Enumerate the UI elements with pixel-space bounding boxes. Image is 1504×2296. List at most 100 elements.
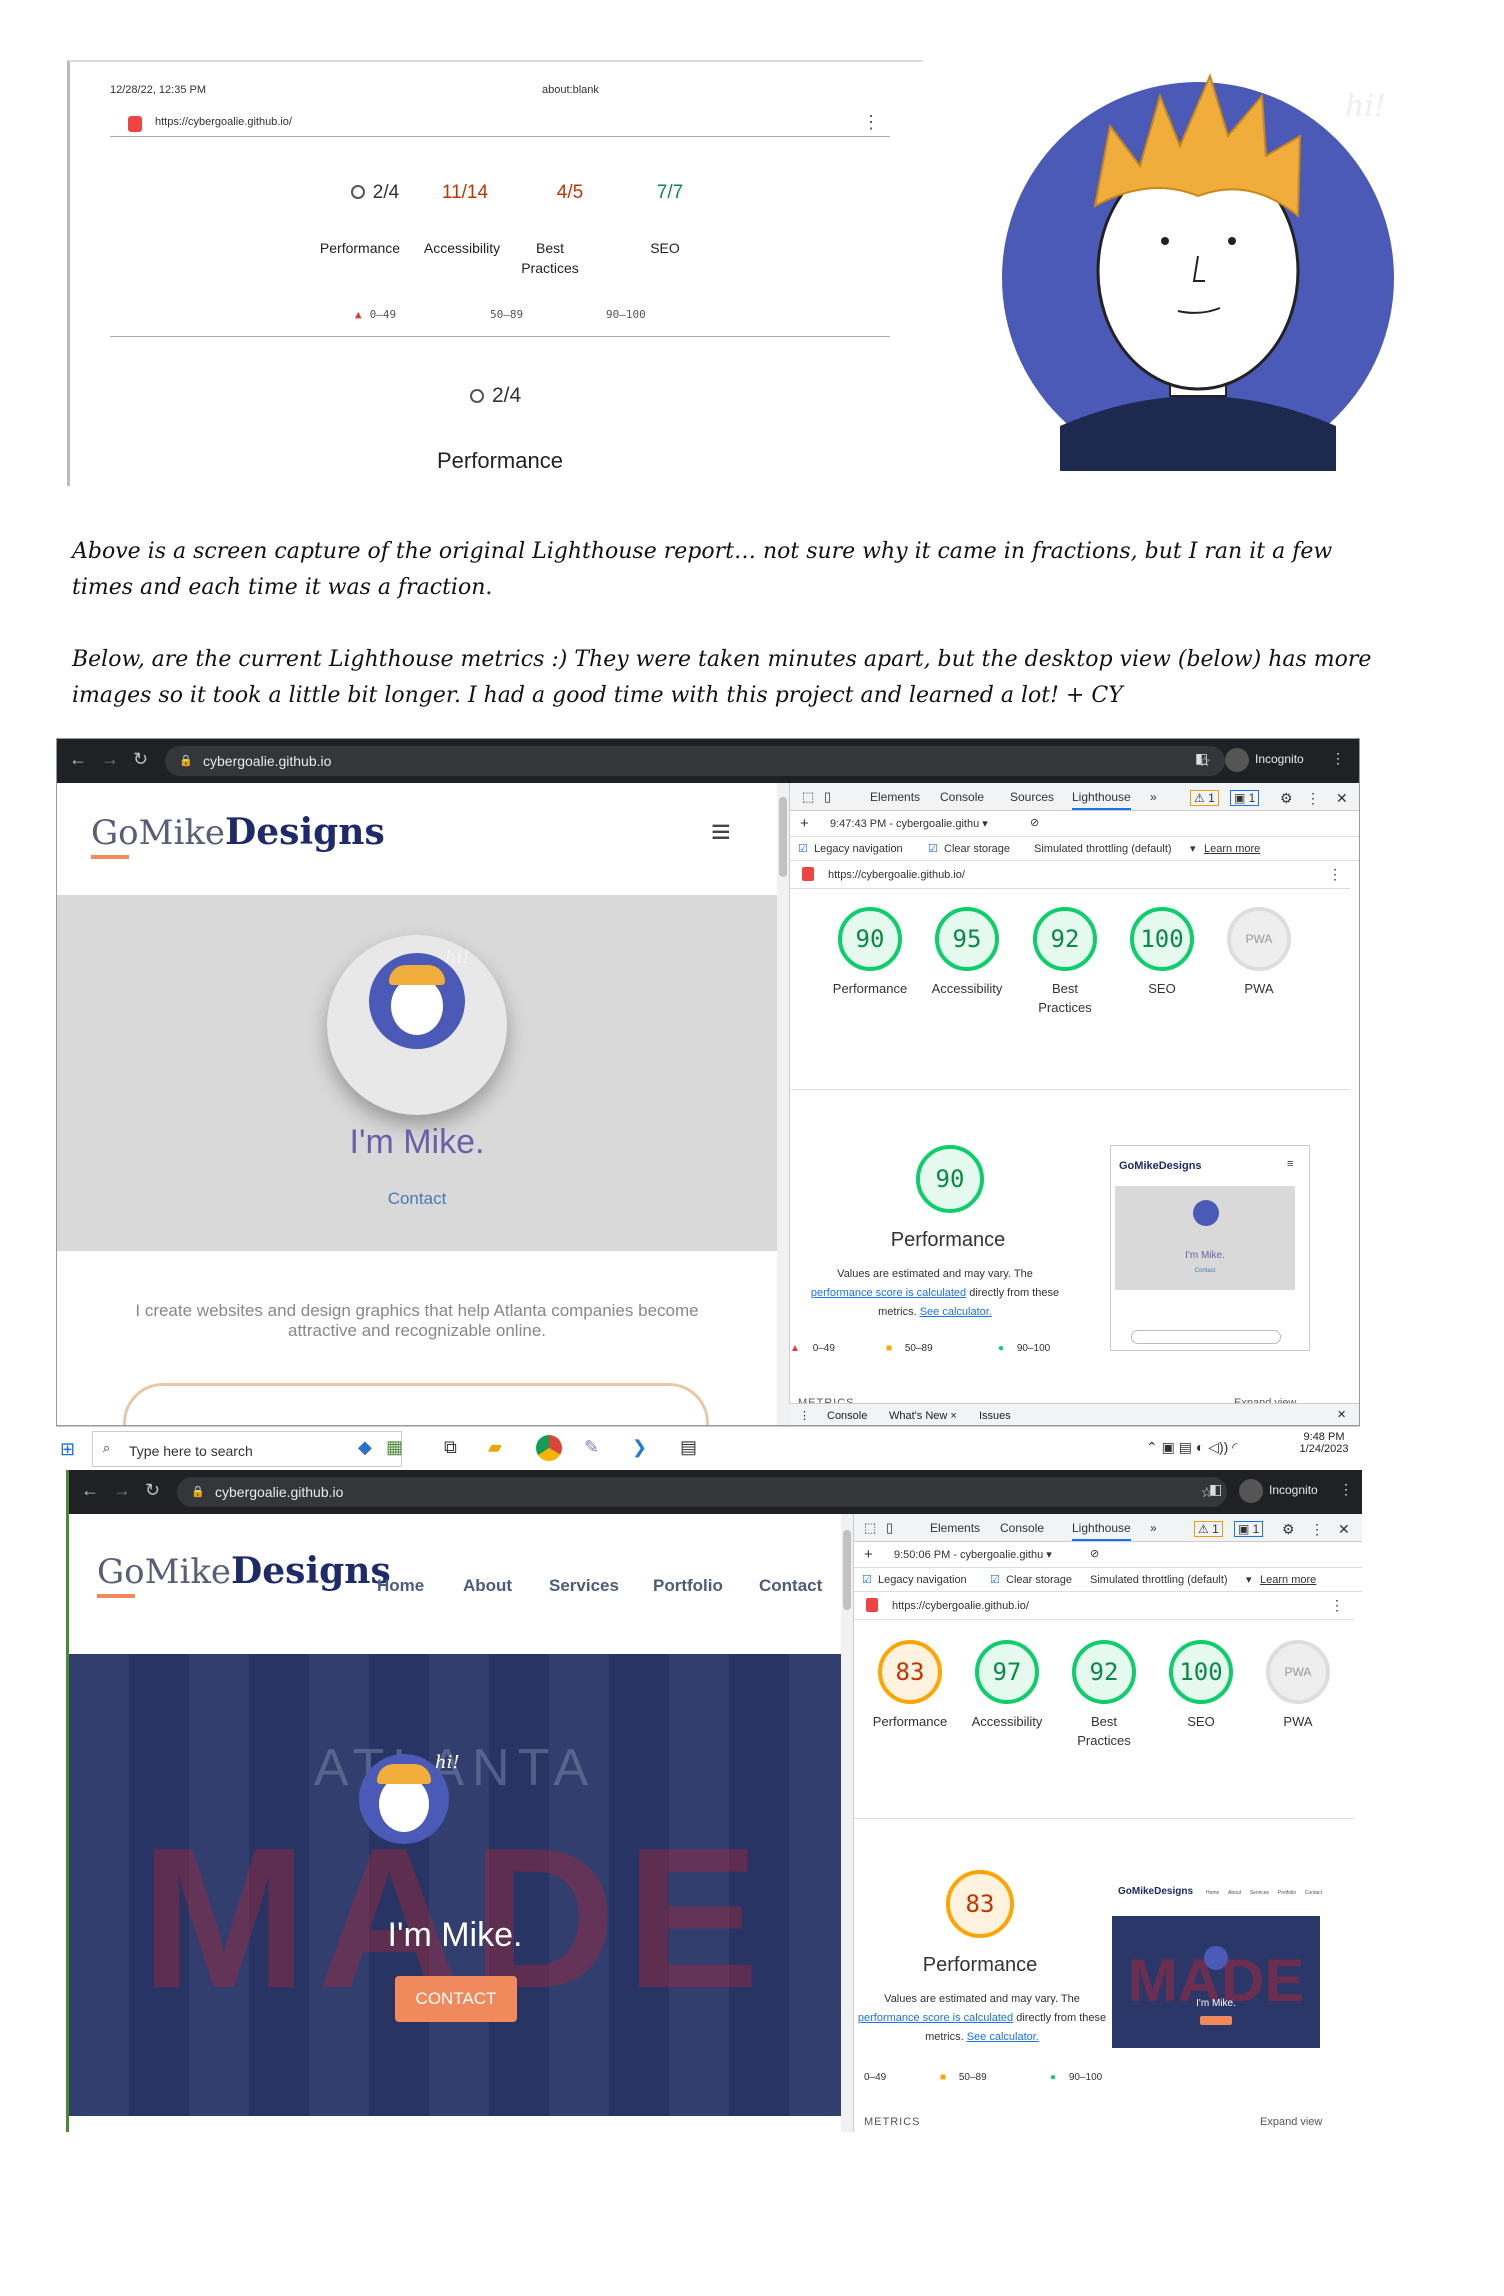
device-toolbar-icon[interactable]: ▯ <box>886 1520 893 1536</box>
app-icon[interactable]: ✎ <box>584 1437 599 1458</box>
perf-calc-link[interactable]: performance score is calculated <box>811 1287 966 1299</box>
gauge-pwa[interactable]: PWA PWA <box>1211 907 1307 998</box>
tab-lighthouse[interactable]: Lighthouse <box>1072 790 1131 810</box>
device-toolbar-icon[interactable]: ▯ <box>824 789 831 805</box>
address-bar[interactable]: 🔒 cybergoalie.github.io ☆ <box>165 746 1225 776</box>
more-vert-icon[interactable]: ⋮ <box>1310 1521 1324 1538</box>
back-icon[interactable]: ← <box>69 749 87 770</box>
forward-icon[interactable]: → <box>113 1480 131 1501</box>
more-vert-icon[interactable]: ⋮ <box>799 1409 810 1422</box>
sidepanel-icon[interactable]: ◧ <box>1209 1481 1222 1498</box>
site-logo[interactable]: GoMikeDesigns <box>91 811 385 853</box>
task-view-icon[interactable]: ⧉ <box>444 1437 457 1458</box>
gauge-accessibility[interactable]: 97 Accessibility <box>959 1640 1055 1731</box>
contact-link[interactable]: Contact <box>57 1189 777 1209</box>
close-icon[interactable]: ✕ <box>1337 1408 1346 1421</box>
taskbar-search[interactable]: ⌕ Type here to search <box>92 1431 402 1467</box>
tab-console[interactable]: Console <box>1000 1521 1044 1535</box>
clear-storage-checkbox[interactable]: ☑ <box>928 842 938 855</box>
more-vert-icon[interactable]: ⋮ <box>1328 866 1342 883</box>
app-icon[interactable]: ▤ <box>680 1437 697 1458</box>
address-bar[interactable]: 🔒 cybergoalie.github.io ☆ <box>177 1477 1227 1507</box>
tray-icons[interactable]: ⌃ ▣ ▤ ◐ ◁)) ◜ <box>1146 1439 1238 1456</box>
hamburger-menu-icon[interactable]: ≡ <box>711 813 731 852</box>
forward-icon[interactable]: → <box>101 749 119 770</box>
info-badge[interactable]: ▣ 1 <box>1230 790 1260 806</box>
add-icon[interactable]: + <box>864 1546 873 1563</box>
legacy-checkbox[interactable]: ☑ <box>862 1573 872 1586</box>
more-vert-icon[interactable]: ⋮ <box>1306 790 1320 807</box>
inspect-icon[interactable]: ⬚ <box>864 1520 876 1536</box>
sidepanel-icon[interactable]: ◧ <box>1195 750 1208 767</box>
gear-icon[interactable]: ⚙ <box>1280 790 1293 807</box>
chevron-down-icon[interactable]: ▾ <box>1190 842 1196 855</box>
close-icon[interactable]: ✕ <box>1336 790 1348 807</box>
warning-badge[interactable]: ⚠ 1 <box>1194 1521 1223 1537</box>
windows-start-icon[interactable]: ⊞ <box>60 1439 75 1460</box>
more-vert-icon[interactable]: ⋮ <box>1339 1481 1353 1498</box>
gauge-seo[interactable]: 100 SEO <box>1153 1640 1249 1731</box>
incognito-icon[interactable] <box>1225 748 1249 772</box>
more-tabs-icon[interactable]: » <box>1150 1521 1157 1535</box>
clear-icon[interactable]: ⊘ <box>1090 1547 1099 1560</box>
screenshot-thumbnail[interactable]: GoMikeDesigns Home About Services Portfolio… <box>1112 1876 1326 2048</box>
back-icon[interactable]: ← <box>81 1480 99 1501</box>
run-selector[interactable]: 9:50:06 PM - cybergoalie.githu ▾ <box>894 1548 1052 1561</box>
contact-button[interactable]: CONTACT <box>395 1976 517 2022</box>
site-logo[interactable]: GoMikeDesigns <box>97 1550 391 1592</box>
perf-calc-link[interactable]: performance score is calculated <box>858 2012 1013 2024</box>
incognito-icon[interactable] <box>1239 1479 1263 1503</box>
inspect-icon[interactable]: ⬚ <box>802 789 814 805</box>
info-badge[interactable]: ▣ 1 <box>1234 1521 1264 1537</box>
gauge-seo[interactable]: 100 SEO <box>1114 907 1210 998</box>
screenshot-thumbnail[interactable]: GoMikeDesigns ≡ I'm Mike. Contact <box>1110 1145 1310 1351</box>
gauge-accessibility[interactable]: 95 Accessibility <box>919 907 1015 998</box>
file-explorer-icon[interactable]: ▰ <box>488 1437 502 1458</box>
widget-icon[interactable]: ◆ <box>358 1437 372 1458</box>
nav-services[interactable]: Services <box>549 1576 619 1596</box>
chevron-down-icon[interactable]: ▾ <box>1246 1573 1252 1586</box>
see-calculator-link[interactable]: See calculator. <box>967 2031 1039 2043</box>
learn-more-link[interactable]: Learn more <box>1204 843 1260 855</box>
nav-about[interactable]: About <box>463 1576 512 1596</box>
expand-view-toggle[interactable]: Expand view <box>1260 2116 1322 2128</box>
reload-icon[interactable]: ↻ <box>133 749 148 770</box>
nav-home[interactable]: Home <box>377 1576 424 1596</box>
tab-console[interactable]: Console <box>940 790 984 804</box>
learn-more-link[interactable]: Learn more <box>1260 1574 1316 1586</box>
tab-elements[interactable]: Elements <box>930 1521 980 1535</box>
run-selector[interactable]: 9:47:43 PM - cybergoalie.githu ▾ <box>830 817 988 830</box>
drawer-tab-issues[interactable]: Issues <box>979 1410 1011 1422</box>
vscode-icon[interactable]: ❯ <box>632 1437 647 1458</box>
more-vert-icon[interactable]: ⋮ <box>1331 750 1345 767</box>
clock[interactable]: 9:48 PM 1/24/2023 <box>1296 1431 1352 1455</box>
tab-lighthouse[interactable]: Lighthouse <box>1072 1521 1131 1541</box>
app-icon[interactable]: ▦ <box>386 1437 403 1458</box>
warning-badge[interactable]: ⚠ 1 <box>1190 790 1219 806</box>
close-icon[interactable]: ✕ <box>1338 1521 1350 1538</box>
gauge-best-practices[interactable]: 92 Best Practices <box>1056 1640 1152 1750</box>
gauge-performance[interactable]: 90 Performance <box>822 907 918 998</box>
nav-contact[interactable]: Contact <box>759 1576 822 1596</box>
drawer-tab-whats-new[interactable]: What's New × <box>889 1410 957 1422</box>
scrollbar[interactable] <box>841 1514 853 2132</box>
legacy-checkbox[interactable]: ☑ <box>798 842 808 855</box>
more-vert-icon[interactable]: ⋮ <box>862 112 880 133</box>
gauge-best-practices[interactable]: 92 Best Practices <box>1017 907 1113 1017</box>
add-icon[interactable]: + <box>800 815 809 832</box>
nav-portfolio[interactable]: Portfolio <box>653 1576 723 1596</box>
gauge-pwa[interactable]: PWA PWA <box>1250 1640 1346 1731</box>
more-tabs-icon[interactable]: » <box>1150 790 1157 804</box>
clear-storage-checkbox[interactable]: ☑ <box>990 1573 1000 1586</box>
see-calculator-link[interactable]: See calculator. <box>920 1306 992 1318</box>
gear-icon[interactable]: ⚙ <box>1282 1521 1295 1538</box>
drawer-tab-console[interactable]: Console <box>827 1410 867 1422</box>
tab-elements[interactable]: Elements <box>870 790 920 804</box>
tab-sources[interactable]: Sources <box>1010 790 1054 804</box>
clear-icon[interactable]: ⊘ <box>1030 816 1039 829</box>
gauge-performance[interactable]: 83 Performance <box>862 1640 958 1731</box>
more-vert-icon[interactable]: ⋮ <box>1330 1597 1344 1614</box>
scrollbar[interactable] <box>777 783 789 1425</box>
reload-icon[interactable]: ↻ <box>145 1480 160 1501</box>
chrome-icon[interactable] <box>536 1435 562 1461</box>
